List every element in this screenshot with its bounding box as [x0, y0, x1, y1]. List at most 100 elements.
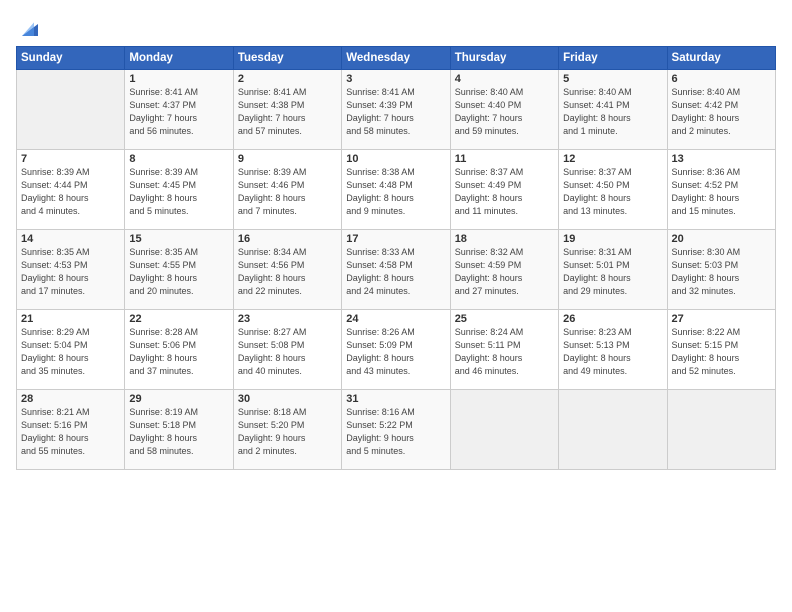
week-row-4: 28Sunrise: 8:21 AM Sunset: 5:16 PM Dayli… — [17, 390, 776, 470]
calendar-cell: 12Sunrise: 8:37 AM Sunset: 4:50 PM Dayli… — [559, 150, 667, 230]
col-header-wednesday: Wednesday — [342, 47, 450, 70]
day-number: 29 — [129, 393, 228, 405]
day-info: Sunrise: 8:37 AM Sunset: 4:49 PM Dayligh… — [455, 166, 554, 218]
day-number: 31 — [346, 393, 445, 405]
day-number: 27 — [672, 313, 771, 325]
day-info: Sunrise: 8:21 AM Sunset: 5:16 PM Dayligh… — [21, 406, 120, 458]
day-info: Sunrise: 8:31 AM Sunset: 5:01 PM Dayligh… — [563, 246, 662, 298]
day-number: 10 — [346, 153, 445, 165]
logo — [16, 12, 42, 40]
day-number: 4 — [455, 73, 554, 85]
day-number: 22 — [129, 313, 228, 325]
day-info: Sunrise: 8:22 AM Sunset: 5:15 PM Dayligh… — [672, 326, 771, 378]
col-header-saturday: Saturday — [667, 47, 775, 70]
logo-icon — [18, 16, 42, 40]
calendar-cell: 14Sunrise: 8:35 AM Sunset: 4:53 PM Dayli… — [17, 230, 125, 310]
calendar-cell: 5Sunrise: 8:40 AM Sunset: 4:41 PM Daylig… — [559, 70, 667, 150]
day-info: Sunrise: 8:35 AM Sunset: 4:55 PM Dayligh… — [129, 246, 228, 298]
day-info: Sunrise: 8:39 AM Sunset: 4:45 PM Dayligh… — [129, 166, 228, 218]
day-info: Sunrise: 8:19 AM Sunset: 5:18 PM Dayligh… — [129, 406, 228, 458]
calendar-cell: 29Sunrise: 8:19 AM Sunset: 5:18 PM Dayli… — [125, 390, 233, 470]
calendar-cell: 23Sunrise: 8:27 AM Sunset: 5:08 PM Dayli… — [233, 310, 341, 390]
calendar-cell: 4Sunrise: 8:40 AM Sunset: 4:40 PM Daylig… — [450, 70, 558, 150]
day-number: 13 — [672, 153, 771, 165]
day-info: Sunrise: 8:26 AM Sunset: 5:09 PM Dayligh… — [346, 326, 445, 378]
day-info: Sunrise: 8:30 AM Sunset: 5:03 PM Dayligh… — [672, 246, 771, 298]
logo-block — [16, 16, 42, 40]
day-number: 15 — [129, 233, 228, 245]
week-row-3: 21Sunrise: 8:29 AM Sunset: 5:04 PM Dayli… — [17, 310, 776, 390]
day-number: 20 — [672, 233, 771, 245]
day-number: 17 — [346, 233, 445, 245]
day-number: 12 — [563, 153, 662, 165]
day-info: Sunrise: 8:18 AM Sunset: 5:20 PM Dayligh… — [238, 406, 337, 458]
calendar-cell: 25Sunrise: 8:24 AM Sunset: 5:11 PM Dayli… — [450, 310, 558, 390]
day-number: 2 — [238, 73, 337, 85]
day-number: 11 — [455, 153, 554, 165]
calendar-cell — [450, 390, 558, 470]
day-info: Sunrise: 8:38 AM Sunset: 4:48 PM Dayligh… — [346, 166, 445, 218]
day-info: Sunrise: 8:39 AM Sunset: 4:44 PM Dayligh… — [21, 166, 120, 218]
day-number: 23 — [238, 313, 337, 325]
day-info: Sunrise: 8:34 AM Sunset: 4:56 PM Dayligh… — [238, 246, 337, 298]
day-number: 3 — [346, 73, 445, 85]
week-row-1: 7Sunrise: 8:39 AM Sunset: 4:44 PM Daylig… — [17, 150, 776, 230]
day-info: Sunrise: 8:41 AM Sunset: 4:38 PM Dayligh… — [238, 86, 337, 138]
day-info: Sunrise: 8:37 AM Sunset: 4:50 PM Dayligh… — [563, 166, 662, 218]
day-number: 7 — [21, 153, 120, 165]
day-info: Sunrise: 8:40 AM Sunset: 4:40 PM Dayligh… — [455, 86, 554, 138]
day-number: 28 — [21, 393, 120, 405]
calendar-cell: 8Sunrise: 8:39 AM Sunset: 4:45 PM Daylig… — [125, 150, 233, 230]
day-number: 18 — [455, 233, 554, 245]
day-info: Sunrise: 8:35 AM Sunset: 4:53 PM Dayligh… — [21, 246, 120, 298]
day-info: Sunrise: 8:39 AM Sunset: 4:46 PM Dayligh… — [238, 166, 337, 218]
calendar-cell: 26Sunrise: 8:23 AM Sunset: 5:13 PM Dayli… — [559, 310, 667, 390]
day-number: 26 — [563, 313, 662, 325]
calendar-cell: 22Sunrise: 8:28 AM Sunset: 5:06 PM Dayli… — [125, 310, 233, 390]
day-info: Sunrise: 8:41 AM Sunset: 4:37 PM Dayligh… — [129, 86, 228, 138]
day-info: Sunrise: 8:24 AM Sunset: 5:11 PM Dayligh… — [455, 326, 554, 378]
day-info: Sunrise: 8:27 AM Sunset: 5:08 PM Dayligh… — [238, 326, 337, 378]
calendar-cell: 20Sunrise: 8:30 AM Sunset: 5:03 PM Dayli… — [667, 230, 775, 310]
day-info: Sunrise: 8:33 AM Sunset: 4:58 PM Dayligh… — [346, 246, 445, 298]
day-number: 14 — [21, 233, 120, 245]
day-info: Sunrise: 8:16 AM Sunset: 5:22 PM Dayligh… — [346, 406, 445, 458]
calendar-cell: 21Sunrise: 8:29 AM Sunset: 5:04 PM Dayli… — [17, 310, 125, 390]
day-info: Sunrise: 8:32 AM Sunset: 4:59 PM Dayligh… — [455, 246, 554, 298]
day-info: Sunrise: 8:36 AM Sunset: 4:52 PM Dayligh… — [672, 166, 771, 218]
calendar-cell: 11Sunrise: 8:37 AM Sunset: 4:49 PM Dayli… — [450, 150, 558, 230]
week-row-2: 14Sunrise: 8:35 AM Sunset: 4:53 PM Dayli… — [17, 230, 776, 310]
calendar-cell: 10Sunrise: 8:38 AM Sunset: 4:48 PM Dayli… — [342, 150, 450, 230]
calendar-cell: 28Sunrise: 8:21 AM Sunset: 5:16 PM Dayli… — [17, 390, 125, 470]
calendar-cell: 7Sunrise: 8:39 AM Sunset: 4:44 PM Daylig… — [17, 150, 125, 230]
calendar-cell: 18Sunrise: 8:32 AM Sunset: 4:59 PM Dayli… — [450, 230, 558, 310]
calendar-cell: 30Sunrise: 8:18 AM Sunset: 5:20 PM Dayli… — [233, 390, 341, 470]
calendar-cell: 9Sunrise: 8:39 AM Sunset: 4:46 PM Daylig… — [233, 150, 341, 230]
calendar-cell — [559, 390, 667, 470]
calendar-cell: 6Sunrise: 8:40 AM Sunset: 4:42 PM Daylig… — [667, 70, 775, 150]
col-header-monday: Monday — [125, 47, 233, 70]
day-number: 24 — [346, 313, 445, 325]
day-info: Sunrise: 8:23 AM Sunset: 5:13 PM Dayligh… — [563, 326, 662, 378]
calendar-cell — [17, 70, 125, 150]
day-info: Sunrise: 8:41 AM Sunset: 4:39 PM Dayligh… — [346, 86, 445, 138]
col-header-tuesday: Tuesday — [233, 47, 341, 70]
calendar-cell: 17Sunrise: 8:33 AM Sunset: 4:58 PM Dayli… — [342, 230, 450, 310]
calendar-cell: 1Sunrise: 8:41 AM Sunset: 4:37 PM Daylig… — [125, 70, 233, 150]
day-number: 5 — [563, 73, 662, 85]
calendar-cell: 24Sunrise: 8:26 AM Sunset: 5:09 PM Dayli… — [342, 310, 450, 390]
day-number: 1 — [129, 73, 228, 85]
day-info: Sunrise: 8:40 AM Sunset: 4:42 PM Dayligh… — [672, 86, 771, 138]
day-number: 25 — [455, 313, 554, 325]
header — [16, 12, 776, 40]
calendar-header-row: SundayMondayTuesdayWednesdayThursdayFrid… — [17, 47, 776, 70]
calendar-cell: 2Sunrise: 8:41 AM Sunset: 4:38 PM Daylig… — [233, 70, 341, 150]
col-header-thursday: Thursday — [450, 47, 558, 70]
day-number: 9 — [238, 153, 337, 165]
week-row-0: 1Sunrise: 8:41 AM Sunset: 4:37 PM Daylig… — [17, 70, 776, 150]
calendar-table: SundayMondayTuesdayWednesdayThursdayFrid… — [16, 46, 776, 470]
day-info: Sunrise: 8:29 AM Sunset: 5:04 PM Dayligh… — [21, 326, 120, 378]
day-number: 8 — [129, 153, 228, 165]
day-number: 16 — [238, 233, 337, 245]
calendar-cell: 3Sunrise: 8:41 AM Sunset: 4:39 PM Daylig… — [342, 70, 450, 150]
